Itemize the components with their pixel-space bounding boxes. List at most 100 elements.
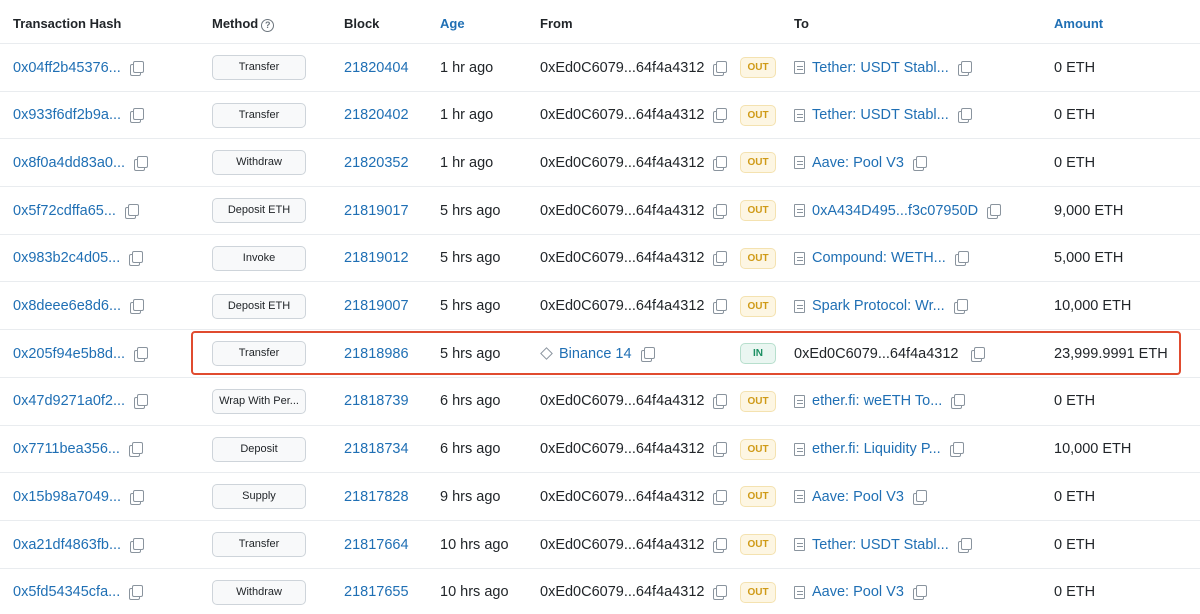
copy-icon[interactable] <box>957 108 972 124</box>
tx-hash-link[interactable]: 0x04ff2b45376... <box>13 60 121 76</box>
copy-icon[interactable] <box>954 251 969 267</box>
copy-icon[interactable] <box>957 60 972 76</box>
block-link[interactable]: 21819007 <box>344 298 409 314</box>
age-text: 10 hrs ago <box>440 584 509 601</box>
to-cell: Aave: Pool V3 <box>794 139 927 186</box>
block-link[interactable]: 21817655 <box>344 584 409 600</box>
tx-hash-link[interactable]: 0x5fd54345cfa... <box>13 584 120 600</box>
tx-hash-link[interactable]: 0x5f72cdffa65... <box>13 203 116 219</box>
amount-value: 9,000 ETH <box>1054 202 1124 219</box>
table-row: 0x983b2c4d05... Invoke 21819012 5 hrs ago 0x… <box>0 235 1200 283</box>
header-amount[interactable]: Amount <box>1054 16 1103 31</box>
to-cell: 0xA434D495...f3c07950D <box>794 187 1002 234</box>
tx-hash-link[interactable]: 0x47d9271a0f2... <box>13 393 125 409</box>
document-icon <box>794 585 805 599</box>
copy-icon[interactable] <box>134 155 149 171</box>
to-address-link[interactable]: Tether: USDT Stabl... <box>812 537 949 553</box>
block-link[interactable]: 21817664 <box>344 537 409 553</box>
method-badge: Withdraw <box>212 579 306 605</box>
block-link[interactable]: 21817828 <box>344 489 409 505</box>
to-address-link[interactable]: Tether: USDT Stabl... <box>812 60 949 76</box>
block-link[interactable]: 21820352 <box>344 155 409 171</box>
to-address-link[interactable]: Compound: WETH... <box>812 250 946 266</box>
to-address-link[interactable]: ether.fi: weETH To... <box>812 393 942 409</box>
document-icon <box>794 61 805 74</box>
block-cell: 21818739 <box>344 378 409 425</box>
copy-icon[interactable] <box>713 108 728 124</box>
copy-icon[interactable] <box>951 394 966 410</box>
copy-icon[interactable] <box>713 155 728 171</box>
from-cell: 0xEd0C6079...64f4a4312 <box>540 92 728 139</box>
age-cell: 1 hr ago <box>440 92 493 139</box>
copy-icon[interactable] <box>130 108 145 124</box>
copy-icon[interactable] <box>912 585 927 601</box>
age-cell: 5 hrs ago <box>440 330 500 377</box>
header-method: Method? <box>212 16 275 32</box>
tx-hash-link[interactable]: 0x15b98a7049... <box>13 489 121 505</box>
copy-icon[interactable] <box>134 394 149 410</box>
method-cell: Transfer <box>212 521 306 568</box>
copy-icon[interactable] <box>953 299 968 314</box>
from-address-link[interactable]: Binance 14 <box>559 346 632 362</box>
to-address-link[interactable]: Aave: Pool V3 <box>812 489 904 505</box>
block-link[interactable]: 21818739 <box>344 393 409 409</box>
copy-icon[interactable] <box>128 442 143 458</box>
document-icon <box>794 251 805 265</box>
copy-icon[interactable] <box>713 394 728 410</box>
copy-icon[interactable] <box>912 489 927 505</box>
copy-icon[interactable] <box>949 442 964 458</box>
header-age[interactable]: Age <box>440 16 465 31</box>
copy-icon[interactable] <box>134 346 149 362</box>
copy-icon[interactable] <box>912 155 927 171</box>
block-link[interactable]: 21819017 <box>344 203 409 219</box>
tx-hash-link[interactable]: 0x8deee6e8d6... <box>13 298 121 314</box>
to-cell: Tether: USDT Stabl... <box>794 521 972 568</box>
tx-hash-link[interactable]: 0xa21df4863fb... <box>13 537 121 553</box>
to-address-link[interactable]: Tether: USDT Stabl... <box>812 107 949 123</box>
from-address: 0xEd0C6079...64f4a4312 <box>540 488 705 505</box>
copy-icon[interactable] <box>713 60 728 76</box>
copy-icon[interactable] <box>130 489 145 505</box>
block-cell: 21817664 <box>344 521 409 568</box>
document-icon <box>794 442 805 456</box>
tx-hash-link[interactable]: 0x933f6df2b9a... <box>13 107 121 123</box>
to-address-link[interactable]: ether.fi: Liquidity P... <box>812 441 941 457</box>
copy-icon[interactable] <box>713 442 728 458</box>
copy-icon[interactable] <box>713 489 728 505</box>
copy-icon[interactable] <box>971 346 986 362</box>
copy-icon[interactable] <box>713 537 728 553</box>
help-icon[interactable]: ? <box>261 19 275 32</box>
copy-icon[interactable] <box>713 203 728 219</box>
copy-icon[interactable] <box>129 251 144 267</box>
to-address-link[interactable]: Aave: Pool V3 <box>812 155 904 171</box>
block-link[interactable]: 21818986 <box>344 346 409 362</box>
block-link[interactable]: 21819012 <box>344 250 409 266</box>
tx-hash-link[interactable]: 0x8f0a4dd83a0... <box>13 155 125 171</box>
copy-icon[interactable] <box>957 537 972 553</box>
copy-icon[interactable] <box>713 299 728 314</box>
diamond-icon <box>540 347 553 361</box>
amount-cell: 0 ETH <box>1054 473 1095 520</box>
block-link[interactable]: 21820402 <box>344 107 409 123</box>
to-address-link[interactable]: 0xA434D495...f3c07950D <box>812 203 978 219</box>
tx-hash-link[interactable]: 0x205f94e5b8d... <box>13 346 125 362</box>
copy-icon[interactable] <box>713 251 728 267</box>
tx-hash-link[interactable]: 0x7711bea356... <box>13 441 120 457</box>
to-address: 0xEd0C6079...64f4a4312 <box>794 345 959 362</box>
direction-badge: OUT <box>740 390 776 412</box>
tx-hash-link[interactable]: 0x983b2c4d05... <box>13 250 120 266</box>
block-link[interactable]: 21818734 <box>344 441 409 457</box>
copy-icon[interactable] <box>124 203 139 219</box>
copy-icon[interactable] <box>129 60 144 76</box>
copy-icon[interactable] <box>130 537 145 553</box>
method-badge: Deposit <box>212 436 306 462</box>
copy-icon[interactable] <box>640 346 655 362</box>
to-address-link[interactable]: Aave: Pool V3 <box>812 584 904 600</box>
copy-icon[interactable] <box>129 585 144 601</box>
block-link[interactable]: 21820404 <box>344 60 409 76</box>
block-cell: 21817655 <box>344 569 409 614</box>
copy-icon[interactable] <box>713 585 728 601</box>
copy-icon[interactable] <box>130 299 145 314</box>
to-address-link[interactable]: Spark Protocol: Wr... <box>812 298 945 314</box>
copy-icon[interactable] <box>987 203 1002 219</box>
